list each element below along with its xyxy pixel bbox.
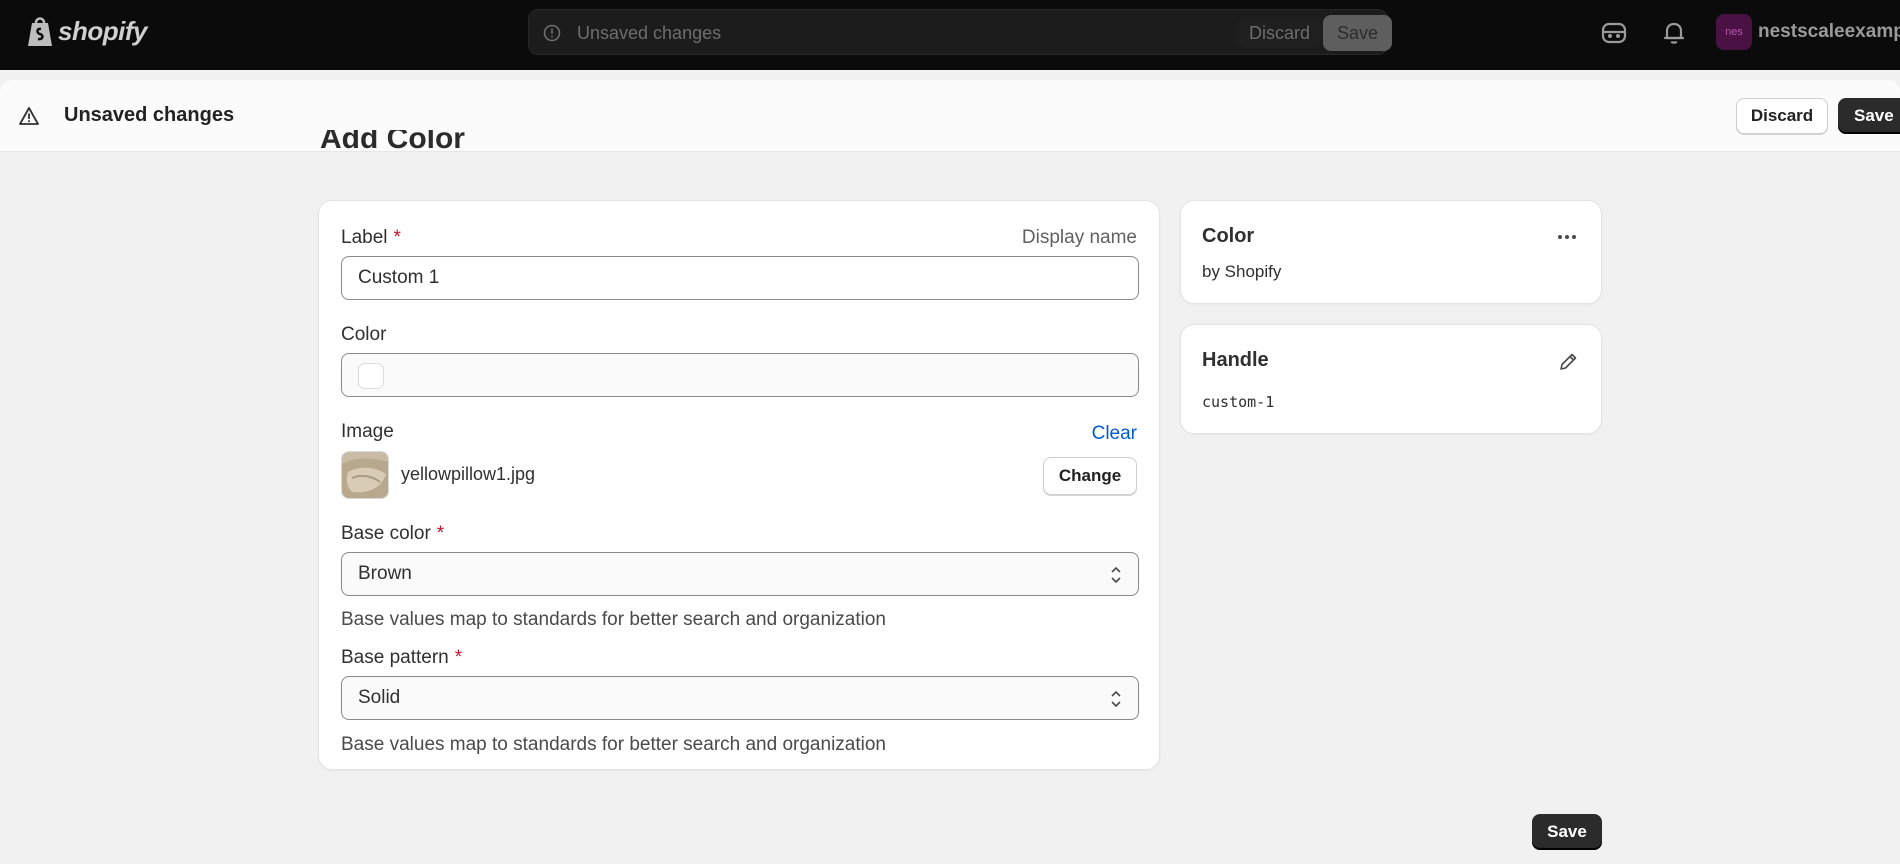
change-image-button[interactable]: Change [1043,457,1137,495]
select-chevrons-icon [1111,566,1121,584]
color-swatch[interactable] [358,363,384,389]
metaobject-type-card: Color by Shopify [1180,200,1602,304]
handle-title: Handle [1202,349,1269,371]
unsaved-changes-title: Unsaved changes [64,104,235,126]
contextual-save-bar: Unsaved changes Discard Save [528,9,1393,55]
required-indicator: * [454,647,463,668]
base-color-select[interactable]: Brown [341,552,1139,596]
image-file-name: yellowpillow1.jpg [401,464,536,484]
image-field-label: Image [341,421,394,442]
avatar[interactable]: nes [1716,14,1752,50]
brand-name: shopify [58,15,147,46]
bell-icon[interactable] [1660,19,1688,47]
type-title: Color [1202,225,1255,247]
label-input[interactable]: Custom 1 [341,256,1139,300]
base-pattern-select[interactable]: Solid [341,676,1139,720]
discard-button[interactable]: Discard [1736,98,1828,134]
type-subtitle: by Shopify [1202,262,1282,281]
unsaved-changes-bar: Unsaved changes Discard Save [0,80,1900,152]
image-thumbnail[interactable] [341,451,389,499]
base-pattern-label: Base pattern * [341,647,463,668]
display-name-hint: Display name [1021,227,1137,248]
page-title: Add Color [320,130,465,152]
base-pattern-help: Base values map to standards for better … [341,734,886,755]
footer-save-button[interactable]: Save [1532,814,1602,850]
color-input[interactable] [341,353,1139,397]
base-color-help: Base values map to standards for better … [341,609,886,630]
topbar-save-button[interactable]: Save [1323,15,1393,51]
label-field-label: Label * [341,227,401,248]
save-button[interactable]: Save [1838,98,1900,134]
topbar-discard-button[interactable]: Discard [1237,18,1323,48]
store-name[interactable]: nestscaleexample [1758,21,1900,43]
entry-form-card: Label * Display name Custom 1 Color Image… [318,200,1160,770]
sidekick-icon[interactable] [1600,19,1628,47]
required-indicator: * [436,523,445,544]
alert-triangle-icon [19,107,39,125]
alert-circle-icon [543,24,561,42]
save-bar-message: Unsaved changes [577,23,722,43]
color-field-label: Color [341,324,387,345]
pencil-icon[interactable] [1557,351,1579,373]
base-pattern-value: Solid [358,687,401,708]
clear-image-link[interactable]: Clear [1092,423,1137,445]
handle-card: Handle custom-1 [1180,324,1602,434]
shopify-logo[interactable]: shopify [26,14,147,48]
base-color-label: Base color * [341,523,445,544]
shopify-bag-icon [28,17,52,46]
horizontal-dots-icon[interactable] [1555,225,1579,249]
select-chevrons-icon [1111,690,1121,708]
base-color-value: Brown [358,563,412,584]
pillow-image [342,452,388,498]
required-indicator: * [393,227,401,248]
top-bar: shopify Unsaved changes Discard Save nes… [0,0,1900,70]
handle-value: custom-1 [1202,393,1275,411]
